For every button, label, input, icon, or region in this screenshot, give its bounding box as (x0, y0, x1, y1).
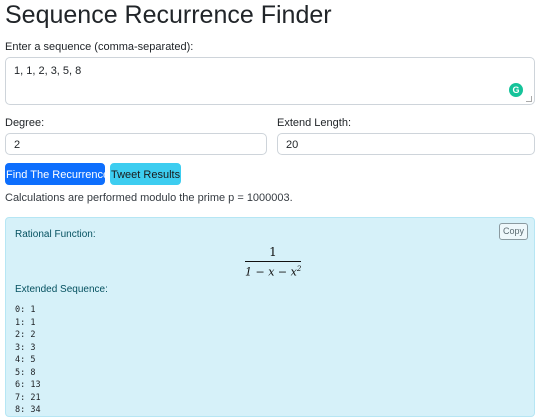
grammarly-icon[interactable]: G (509, 83, 523, 97)
sequence-term: 6: 13 (15, 380, 41, 390)
sequence-term: 2: 2 (15, 330, 36, 340)
degree-value: 2 (14, 139, 21, 151)
sequence-textarea[interactable]: 1, 1, 2, 3, 5, 8 G (5, 57, 535, 105)
sequence-term: 3: 3 (15, 342, 36, 353)
sequence-term: 1: 1 (15, 317, 36, 328)
modulo-note: Calculations are performed modulo the pr… (5, 192, 293, 204)
formula-denominator: 1 − x − x2 (245, 265, 302, 279)
sequence-label: Enter a sequence (comma-separated): (5, 41, 194, 53)
rational-function-label: Rational Function: (15, 229, 96, 240)
sequence-value: 1, 1, 2, 3, 5, 8 (14, 65, 82, 77)
sequence-term: 4: 5 (15, 355, 36, 365)
result-panel: Copy Rational Function: 1 1 − x − x2 Ext… (5, 217, 535, 417)
degree-input[interactable]: 2 (5, 133, 267, 155)
sequence-term: 0: 1 (15, 305, 36, 315)
copy-button[interactable]: Copy (499, 223, 528, 240)
sequence-term: 8: 34 (15, 405, 41, 415)
sequence-term: 7: 21 (15, 392, 41, 403)
fraction-bar (245, 261, 301, 262)
extend-length-value: 20 (286, 139, 299, 151)
resize-handle-icon[interactable] (526, 96, 532, 102)
extend-length-label: Extend Length: (277, 117, 352, 129)
extended-sequence-label: Extended Sequence: (15, 284, 108, 295)
degree-label: Degree: (5, 117, 45, 129)
tweet-results-button[interactable]: Tweet Results (110, 163, 181, 185)
formula-numerator: 1 (269, 245, 277, 259)
rational-function-formula: 1 1 − x − x2 (245, 245, 301, 279)
page-title: Sequence Recurrence Finder (5, 1, 332, 29)
sequence-term: 5: 8 (15, 367, 36, 378)
extended-sequence-list: 0: 1 1: 1 2: 2 3: 3 4: 5 5: 8 6: 13 7: 2… (15, 304, 41, 417)
find-recurrence-button[interactable]: Find The Recurrence (5, 163, 109, 185)
extend-length-input[interactable]: 20 (277, 133, 535, 155)
